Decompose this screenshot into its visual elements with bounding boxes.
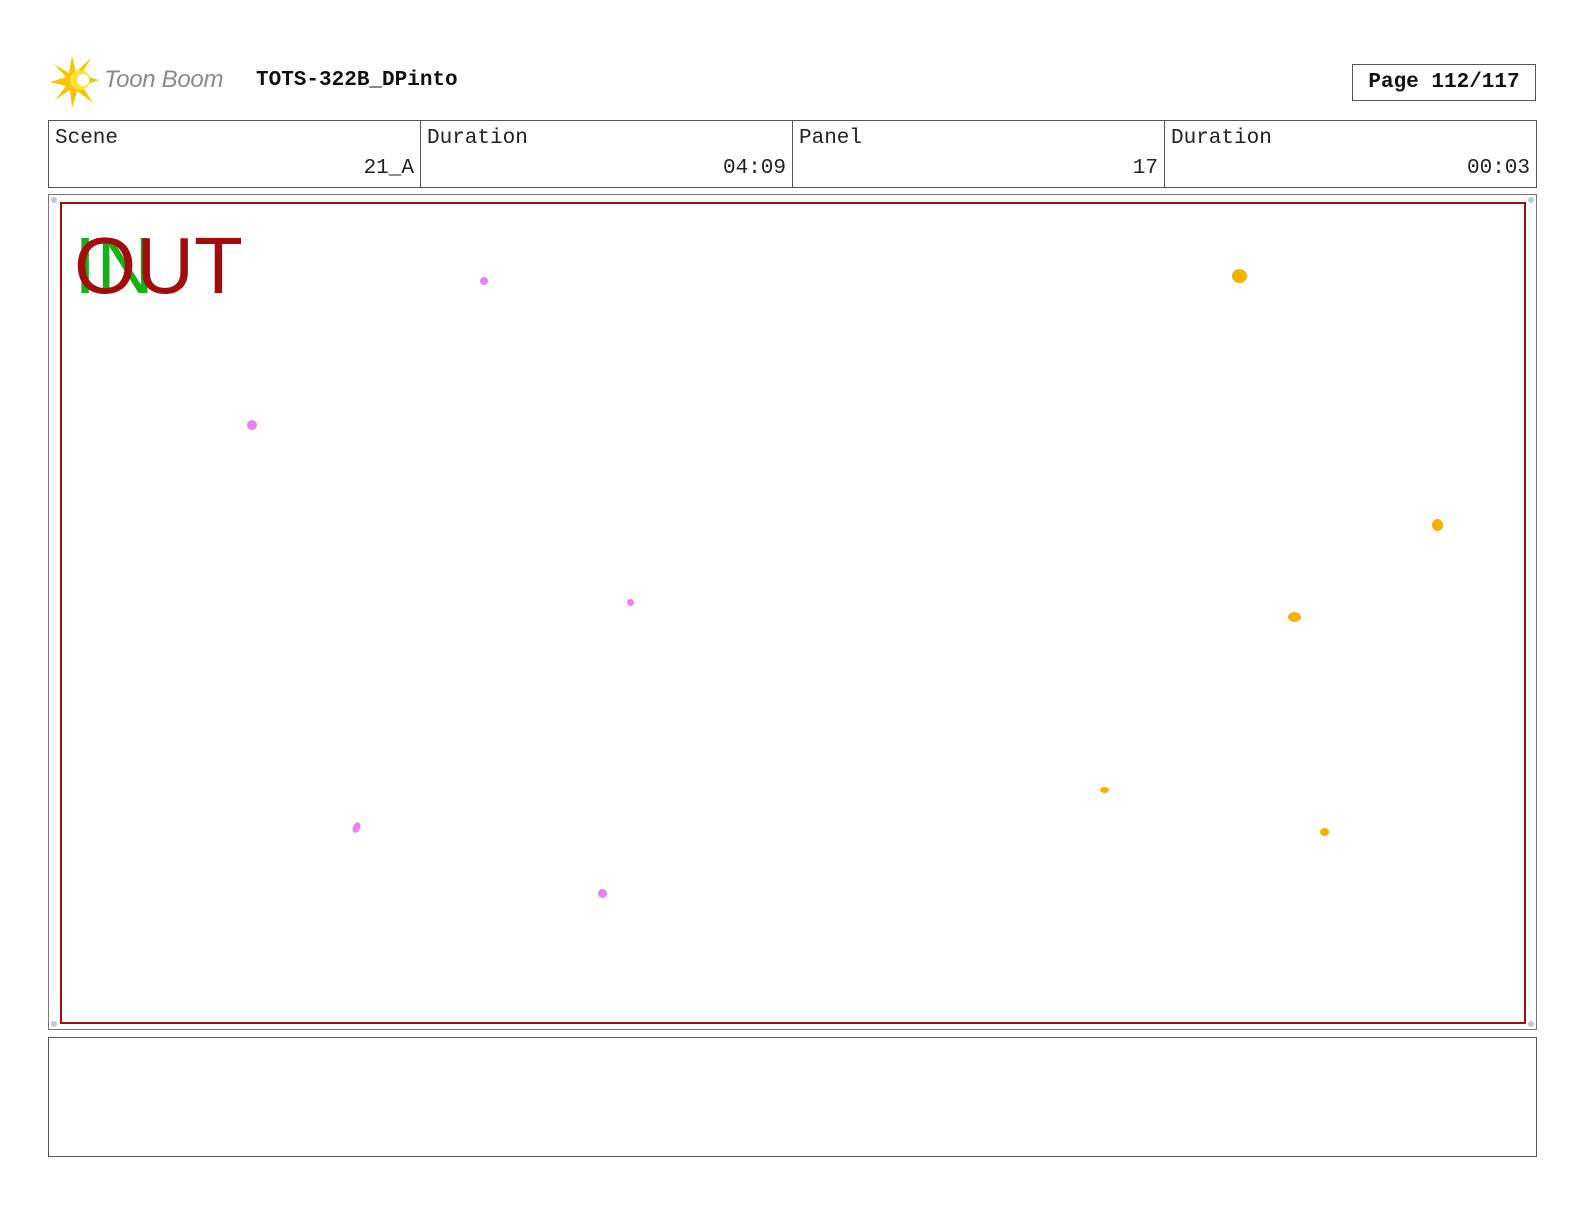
panel-duration-cell: Duration 00:03 [1165, 121, 1536, 187]
frame-corner-handle [51, 1021, 57, 1027]
yellow-mark [1432, 519, 1443, 531]
yellow-mark [1100, 787, 1109, 793]
toon-boom-logo: Toon Boom [50, 56, 240, 108]
panel-cell: Panel 17 [793, 121, 1165, 187]
frame-corner-handle [1528, 197, 1534, 203]
document-title: TOTS-322B_DPinto [256, 69, 458, 92]
pink-mark [627, 599, 634, 606]
scene-cell: Scene 21_A [49, 121, 421, 187]
frame-corner-handle [1528, 1021, 1534, 1027]
page-indicator: Page 112/117 [1352, 64, 1536, 101]
panel-info-table: Scene 21_A Duration 04:09 Panel 17 Durat… [48, 120, 1537, 188]
yellow-mark [1232, 269, 1247, 283]
pink-mark [480, 277, 488, 285]
panel-value: 17 [1132, 157, 1158, 180]
frame-corner-handle [51, 197, 57, 203]
panel-duration-value: 00:03 [1466, 157, 1530, 180]
panel-notes-box [48, 1037, 1537, 1157]
panel-duration-label: Duration [1171, 127, 1272, 150]
panel-label: Panel [799, 127, 863, 150]
pink-mark [598, 889, 607, 898]
camera-safe-frame [60, 202, 1526, 1024]
pink-mark [247, 420, 257, 430]
scene-duration-value: 04:09 [722, 157, 786, 180]
scene-duration-label: Duration [427, 127, 528, 150]
scene-duration-cell: Duration 04:09 [421, 121, 793, 187]
yellow-mark [1288, 612, 1301, 622]
scene-label: Scene [55, 127, 119, 150]
logo-wordmark: Toon Boom [104, 66, 224, 93]
yellow-mark [1320, 828, 1329, 836]
scene-value: 21_A [363, 157, 414, 180]
out-label: OUT [74, 221, 243, 310]
starburst-icon [50, 56, 99, 108]
